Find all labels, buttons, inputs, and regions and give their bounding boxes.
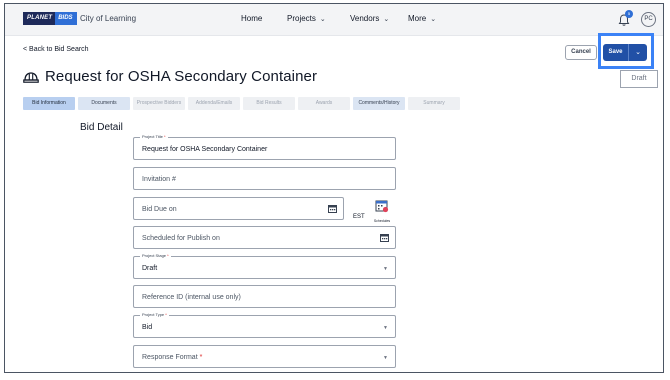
project-stage-label-text: Project Stage	[142, 253, 167, 258]
user-avatar[interactable]: PC	[641, 12, 656, 27]
required-mark: *	[164, 134, 166, 139]
planetbids-logo[interactable]: PLANET BIDS	[23, 12, 77, 25]
chevron-down-icon: ⌄	[319, 16, 326, 23]
top-navigation-bar: PLANET BIDS City of Learning Home Projec…	[5, 4, 663, 36]
save-button[interactable]: Save	[603, 44, 629, 61]
bid-due-date-field[interactable]: Bid Due on	[133, 197, 344, 220]
app-window: PLANET BIDS City of Learning Home Projec…	[4, 3, 664, 373]
page-title-row: Request for OSHA Secondary Container	[23, 68, 317, 85]
bid-tabs: Bid Information Documents Prospective Bi…	[23, 97, 460, 110]
nav-more[interactable]: More ⌄	[408, 14, 436, 23]
project-title-label-text: Project Title	[142, 134, 163, 139]
tab-awards[interactable]: Awards	[298, 97, 350, 110]
scheduled-publish-placeholder: Scheduled for Publish on	[142, 235, 220, 242]
invitation-number-placeholder: Invitation #	[142, 176, 176, 183]
tab-bid-information[interactable]: Bid Information	[23, 97, 75, 110]
chevron-down-icon: ⌄	[430, 16, 437, 23]
cancel-button[interactable]: Cancel	[565, 45, 597, 60]
chevron-down-icon: ⌄	[635, 49, 641, 56]
tab-prospective-bidders[interactable]: Prospective Bidders	[133, 97, 185, 110]
project-stage-label: Project Stage *	[140, 253, 171, 258]
tab-documents[interactable]: Documents	[78, 97, 130, 110]
project-type-label-text: Project Type	[142, 312, 165, 317]
caret-down-icon: ▼	[383, 266, 388, 272]
schedules-calendar-icon	[375, 200, 389, 213]
calendar-icon[interactable]	[380, 233, 389, 242]
schedules-label: Schedules	[373, 219, 391, 223]
project-title-field[interactable]: Project Title * Request for OSHA Seconda…	[133, 134, 396, 160]
bid-due-placeholder: Bid Due on	[142, 206, 177, 213]
save-split-button: Save ⌄	[603, 44, 647, 61]
schedules-button[interactable]: Schedules	[371, 199, 393, 223]
response-format-placeholder: Response Format *	[142, 354, 202, 361]
nav-vendors[interactable]: Vendors ⌄	[350, 14, 389, 23]
tab-addenda-emails[interactable]: Addenda/Emails	[188, 97, 240, 110]
page-title: Request for OSHA Secondary Container	[45, 68, 318, 85]
tab-comments-history[interactable]: Comments/History	[353, 97, 405, 110]
bid-detail-heading: Bid Detail	[80, 122, 123, 133]
notification-badge: 5	[625, 10, 633, 18]
nav-projects[interactable]: Projects ⌄	[287, 14, 326, 23]
tab-bid-results[interactable]: Bid Results	[243, 97, 295, 110]
caret-down-icon: ▼	[383, 355, 388, 361]
calendar-icon[interactable]	[328, 204, 337, 213]
project-type-label: Project Type *	[140, 312, 169, 317]
project-stage-select[interactable]: Project Stage * Draft ▼	[133, 253, 396, 279]
back-to-bid-search-link[interactable]: < Back to Bid Search	[23, 46, 89, 53]
chevron-down-icon: ⌄	[383, 16, 390, 23]
nav-vendors-label: Vendors	[350, 14, 380, 23]
project-title-label: Project Title *	[140, 134, 168, 139]
required-mark: *	[199, 354, 203, 361]
organization-name: City of Learning	[80, 14, 137, 23]
nav-projects-label: Projects	[287, 14, 316, 23]
timezone-label: EST	[353, 214, 365, 220]
nav-home[interactable]: Home	[241, 14, 262, 23]
nav-home-label: Home	[241, 14, 263, 23]
nav-more-label: More	[408, 14, 427, 23]
project-type-value: Bid	[142, 324, 153, 331]
tab-summary[interactable]: Summary	[408, 97, 460, 110]
reference-id-field[interactable]: Reference ID (internal use only)	[133, 285, 396, 308]
save-dropdown-toggle[interactable]: ⌄	[629, 44, 647, 61]
hard-hat-icon	[23, 71, 39, 83]
required-mark: *	[165, 312, 167, 317]
save-menu-draft-option[interactable]: Draft	[620, 70, 658, 88]
project-stage-value: Draft	[142, 265, 158, 272]
invitation-number-field[interactable]: Invitation #	[133, 167, 396, 190]
reference-id-placeholder: Reference ID (internal use only)	[142, 294, 241, 301]
scheduled-publish-field[interactable]: Scheduled for Publish on	[133, 226, 396, 249]
project-title-value: Request for OSHA Secondary Container	[142, 146, 268, 153]
project-type-select[interactable]: Project Type * Bid ▼	[133, 312, 396, 338]
response-format-select[interactable]: Response Format * ▼	[133, 345, 396, 368]
required-mark: *	[167, 253, 169, 258]
response-format-placeholder-text: Response Format	[142, 354, 198, 361]
logo-text-planet: PLANET	[23, 12, 56, 25]
logo-text-bids: BIDS	[55, 12, 77, 25]
caret-down-icon: ▼	[383, 325, 388, 331]
